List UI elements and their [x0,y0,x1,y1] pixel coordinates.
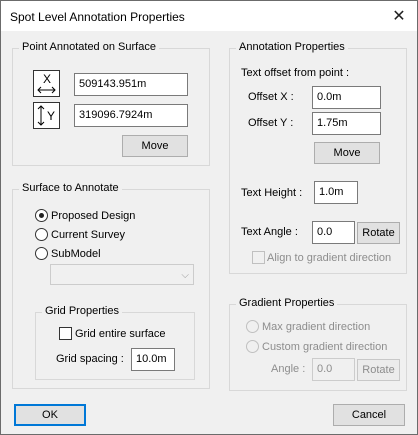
grid-group-label: Grid Properties [42,305,122,317]
gradient-angle-field[interactable]: 0.0 [312,358,355,381]
radio-current-survey[interactable] [35,228,48,241]
text-angle-label: Text Angle : [241,226,298,238]
radio-custom-gradient[interactable] [246,340,259,353]
title-bar: Spot Level Annotation Properties ✕ [1,1,417,31]
x-icon-letter: X [43,72,51,86]
radio-submodel-label[interactable]: SubModel [51,248,101,260]
window-title: Spot Level Annotation Properties [10,10,185,24]
grid-entire-surface-checkbox[interactable] [59,327,72,340]
radio-max-gradient[interactable] [246,320,259,333]
x-arrow-icon: X [37,72,56,94]
radio-proposed-design[interactable] [35,209,48,222]
cancel-button[interactable]: Cancel [333,404,405,426]
surface-group-label: Surface to Annotate [19,182,122,194]
text-height-field[interactable]: 1.0m [314,181,358,204]
offset-move-button[interactable]: Move [314,142,380,164]
grid-spacing-label: Grid spacing : [56,353,124,365]
text-height-label: Text Height : [241,187,303,199]
radio-submodel[interactable] [35,247,48,260]
annotation-group-label: Annotation Properties [236,41,348,53]
align-gradient-label[interactable]: Align to gradient direction [267,252,391,264]
text-offset-heading: Text offset from point : [241,67,350,79]
point-move-button[interactable]: Move [122,135,188,157]
x-coordinate-field[interactable]: 509143.951m [74,73,188,96]
radio-current-survey-label[interactable]: Current Survey [51,229,125,241]
text-angle-field[interactable]: 0.0 [312,221,355,244]
align-gradient-checkbox[interactable] [252,251,265,264]
pick-y-button[interactable]: Y [33,102,60,129]
offset-x-field[interactable]: 0.0m [312,86,381,109]
offset-x-label: Offset X : [248,91,294,103]
dialog-window: Spot Level Annotation Properties ✕ Point… [0,0,418,435]
offset-y-field[interactable]: 1.75m [312,112,381,135]
gradient-angle-label: Angle : [271,363,306,375]
grid-spacing-field[interactable]: 10.0m [131,348,175,371]
close-icon[interactable]: ✕ [387,5,411,27]
chevron-down-icon: ⌵ [181,270,189,281]
y-arrow-icon: Y [37,105,55,126]
radio-max-gradient-label[interactable]: Max gradient direction [262,321,370,333]
ok-button[interactable]: OK [14,404,86,426]
pick-x-button[interactable]: X [33,70,60,97]
grid-entire-surface-label[interactable]: Grid entire surface [75,328,165,340]
y-icon-letter: Y [47,109,55,123]
y-coordinate-field[interactable]: 319096.7924m [74,104,188,127]
point-annotated-group-label: Point Annotated on Surface [19,41,159,53]
text-angle-rotate-button[interactable]: Rotate [357,222,400,244]
submodel-select[interactable]: ⌵ [50,264,194,285]
radio-custom-gradient-label[interactable]: Custom gradient direction [262,341,387,353]
offset-y-label: Offset Y : [248,117,294,129]
gradient-group-label: Gradient Properties [236,297,338,309]
gradient-rotate-button[interactable]: Rotate [357,359,400,381]
radio-proposed-design-label[interactable]: Proposed Design [51,210,135,222]
